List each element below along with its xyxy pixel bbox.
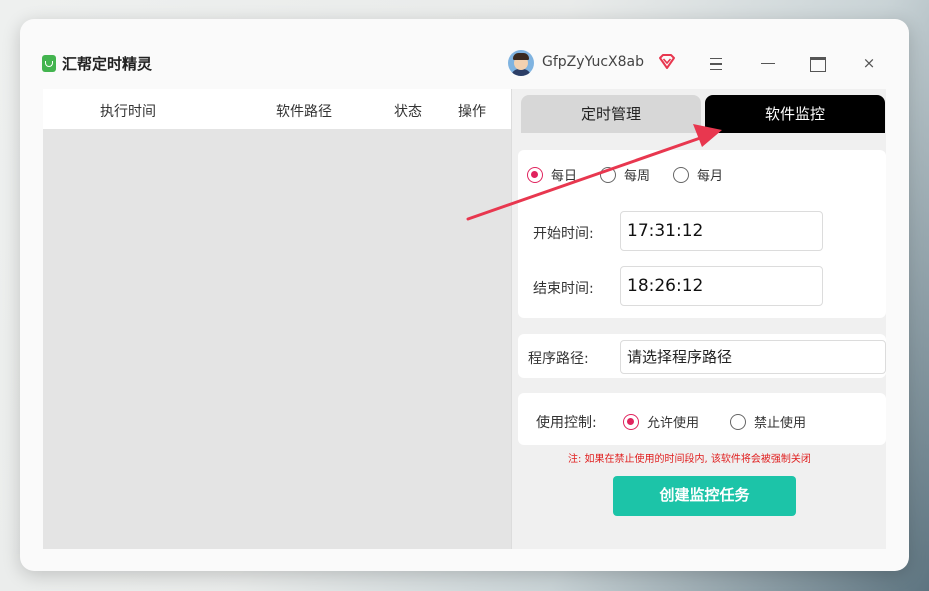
radio-allow-indicator[interactable] bbox=[623, 413, 639, 430]
radio-allow-label: 允许使用 bbox=[647, 416, 700, 431]
app-title: 汇帮定时精灵 bbox=[62, 55, 153, 73]
radio-daily-indicator[interactable] bbox=[527, 166, 543, 183]
task-table: 执行时间 软件路径 状态 操作 bbox=[43, 89, 511, 549]
minimize-icon[interactable] bbox=[758, 53, 778, 73]
radio-forbid-use[interactable]: 禁止使用 bbox=[730, 412, 806, 431]
program-path-label: 程序路径: bbox=[528, 351, 589, 367]
create-monitor-task-button[interactable]: 创建监控任务 bbox=[613, 476, 796, 516]
vip-diamond-icon[interactable] bbox=[657, 52, 677, 72]
tab-software-monitor[interactable]: 软件监控 bbox=[705, 95, 885, 133]
radio-weekly[interactable]: 每周 bbox=[600, 165, 650, 184]
maximize-icon[interactable] bbox=[808, 53, 828, 73]
radio-daily-label: 每日 bbox=[551, 169, 578, 184]
program-path-input[interactable]: 请选择程序路径 bbox=[620, 340, 886, 374]
radio-daily[interactable]: 每日 bbox=[527, 165, 577, 184]
radio-weekly-label: 每周 bbox=[624, 169, 651, 184]
radio-forbid-label: 禁止使用 bbox=[754, 416, 807, 431]
column-header-status: 状态 bbox=[394, 104, 422, 120]
start-time-label: 开始时间: bbox=[533, 226, 594, 242]
avatar[interactable] bbox=[508, 50, 534, 76]
title-bar: 汇帮定时精灵 GfpZyYucX8ab × bbox=[20, 19, 909, 85]
usage-control-label: 使用控制: bbox=[536, 415, 597, 431]
warning-note: 注: 如果在禁止使用的时间段内, 该软件将会被强制关闭 bbox=[568, 454, 811, 465]
column-header-software-path: 软件路径 bbox=[276, 104, 332, 120]
column-header-action: 操作 bbox=[458, 104, 486, 120]
end-time-input[interactable]: 18:26:12 bbox=[620, 266, 823, 306]
radio-forbid-indicator[interactable] bbox=[730, 413, 746, 430]
radio-monthly-label: 每月 bbox=[697, 169, 724, 184]
end-time-label: 结束时间: bbox=[533, 281, 594, 297]
tab-schedule-management[interactable]: 定时管理 bbox=[521, 95, 701, 133]
username[interactable]: GfpZyYucX8ab bbox=[542, 54, 644, 70]
radio-weekly-indicator[interactable] bbox=[600, 166, 616, 183]
app-logo-icon bbox=[42, 55, 56, 72]
close-icon[interactable]: × bbox=[859, 53, 879, 73]
radio-monthly[interactable]: 每月 bbox=[673, 165, 723, 184]
column-header-exec-time: 执行时间 bbox=[100, 104, 156, 120]
radio-allow-use[interactable]: 允许使用 bbox=[623, 412, 699, 431]
menu-icon[interactable] bbox=[706, 53, 726, 73]
radio-monthly-indicator[interactable] bbox=[673, 166, 689, 183]
table-header: 执行时间 软件路径 状态 操作 bbox=[43, 89, 511, 129]
start-time-input[interactable]: 17:31:12 bbox=[620, 211, 823, 251]
